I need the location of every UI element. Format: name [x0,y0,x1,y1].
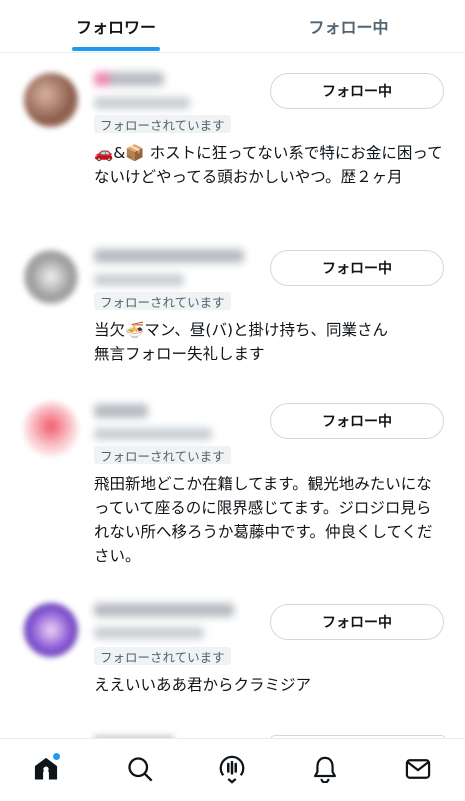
user-handle [94,274,184,286]
user-list-item[interactable]: フォローされています フォロー中 飛田新地どこか在籍してます。観光地みたいになっ… [0,384,465,584]
following-button[interactable]: フォロー中 [270,250,444,286]
active-tab-indicator [72,47,160,51]
avatar[interactable] [24,73,78,127]
notifications-icon[interactable] [309,753,341,785]
avatar[interactable] [24,603,78,657]
bio-text: マン、昼(バ)と掛け持ち、同業さん [144,321,388,339]
display-name[interactable] [94,72,164,86]
user-list-item[interactable]: フォローされています フォロー中 ええいいああ君からクラミジア [0,585,465,725]
following-button[interactable]: フォロー中 [270,73,444,109]
user-handle [94,428,212,440]
bio-emojis: 🚗&📦 [94,144,145,162]
spaces-icon[interactable] [216,753,248,785]
user-bio: 飛田新地どこか在籍してます。観光地みたいになっていて座るのに限界感じてます。ジロ… [94,475,433,565]
ramen-emoji: 🍜 [125,321,145,339]
display-name[interactable] [94,249,244,263]
user-bio: 当欠🍜マン、昼(バ)と掛け持ち、同業さん 無言フォロー失礼します [94,318,444,366]
follows-you-badge: フォローされています [94,647,231,665]
avatar[interactable] [24,250,78,304]
tab-bar: フォロワー フォロー中 [0,0,465,53]
follows-you-badge: フォローされています [94,446,231,464]
search-icon[interactable] [124,753,156,785]
tab-followers[interactable]: フォロワー [0,0,232,52]
follows-you-badge: フォローされています [94,115,231,133]
bio-text: ホストに狂ってない系で特にお金に困ってないけどやってる頭おかしいやつ。歴２ヶ月 [94,144,443,186]
user-list-item[interactable]: フォローされています フォロー中 当欠🍜マン、昼(バ)と掛け持ち、同業さん 無言… [0,230,465,390]
user-handle [94,627,204,639]
user-list-item[interactable]: フォローされています フォロー中 🚗&📦 ホストに狂ってない系で特にお金に困って… [0,53,465,223]
bio-text: 当欠 [94,321,126,339]
following-button[interactable]: フォロー中 [270,403,444,439]
user-bio: ええいいああ君からクラミジア [94,676,312,694]
messages-icon[interactable] [402,753,434,785]
follows-you-badge: フォローされています [94,292,231,310]
avatar[interactable] [24,402,78,456]
following-button[interactable]: フォロー中 [270,604,444,640]
display-name[interactable] [94,404,148,418]
display-name[interactable] [94,603,234,617]
bio-text: 無言フォロー失礼します [94,345,265,363]
tab-following[interactable]: フォロー中 [232,0,465,52]
user-handle [94,97,190,109]
notification-dot [53,753,60,760]
bottom-navigation [0,738,465,801]
user-bio: 🚗&📦 ホストに狂ってない系で特にお金に困ってないけどやってる頭おかしいやつ。歴… [94,141,444,189]
